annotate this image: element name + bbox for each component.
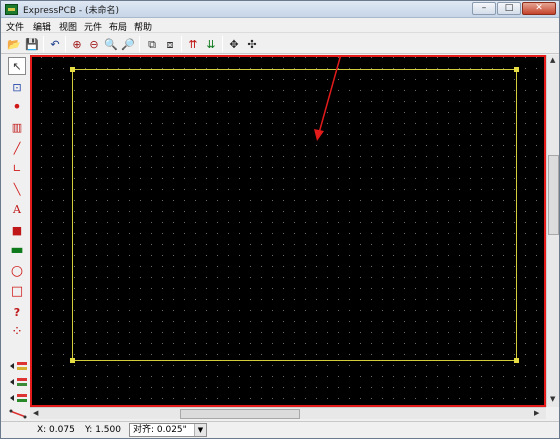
save-icon[interactable]: 💾 [24, 36, 40, 52]
close-button[interactable]: ✕ [522, 2, 556, 15]
scroll-down-icon[interactable]: ▼ [550, 395, 555, 403]
zoom-out-icon[interactable]: ⊖ [86, 36, 102, 52]
scroll-left-icon[interactable]: ◀ [33, 409, 38, 417]
toolbar-separator [139, 36, 140, 52]
circle-icon[interactable]: ○ [8, 262, 26, 280]
cursor-y-readout: Y: 1.500 [85, 425, 121, 435]
snap-grid-select[interactable]: 对齐: 0.025" ▼ [129, 423, 207, 437]
annotation-arrow [314, 57, 341, 141]
place-component-icon[interactable]: ▥ [8, 118, 26, 136]
vertical-scrollbar[interactable]: ▲ ▼ [546, 55, 559, 407]
menu-bar: 文件 编辑 视图 元件 布局 帮助 [1, 18, 559, 33]
layer-3d-icon[interactable]: ⧉ [144, 36, 160, 52]
title-bar: ExpressPCB - (未命名) – □ ✕ [1, 1, 559, 18]
diagonal-trace-icon[interactable]: ╲ [8, 180, 26, 198]
expresspcb-logo-icon [5, 4, 18, 15]
toolbar-separator [65, 36, 66, 52]
app-window: ExpressPCB - (未命名) – □ ✕ 文件 编辑 视图 元件 布局 … [0, 0, 560, 439]
ground-plane-icon[interactable]: ▬ [8, 241, 26, 259]
ratsnest-icon[interactable] [8, 409, 28, 419]
layer-switch-icon[interactable]: ⧈ [162, 36, 178, 52]
top-layer-icon[interactable]: ⇈ [185, 36, 201, 52]
bottom-layer-icon[interactable]: ⇊ [203, 36, 219, 52]
open-folder-icon[interactable]: 📂 [6, 36, 22, 52]
zoom-fit-icon[interactable]: 🔎 [120, 36, 136, 52]
layer-toggle-bottom[interactable] [8, 377, 28, 387]
text-icon[interactable]: A [8, 200, 26, 218]
minimize-button[interactable]: – [472, 2, 496, 15]
scroll-right-icon[interactable]: ▶ [534, 409, 539, 417]
place-pad-icon[interactable]: • [8, 98, 26, 116]
cursor-x-readout: X: 0.075 [37, 425, 75, 435]
chevron-down-icon[interactable]: ▼ [194, 424, 206, 436]
horizontal-scroll-thumb[interactable] [180, 409, 300, 419]
angle-trace-icon[interactable]: ∟ [8, 159, 26, 177]
zoom-window-icon[interactable]: 🔍 [103, 36, 119, 52]
maximize-button[interactable]: □ [497, 2, 521, 15]
snap-grid-value: 对齐: 0.025" [133, 425, 187, 435]
scroll-up-icon[interactable]: ▲ [550, 56, 555, 64]
toolbar-separator [222, 36, 223, 52]
select-arrow-icon[interactable]: ↖ [8, 57, 26, 75]
layer-fill-icon[interactable]: ■ [8, 221, 26, 239]
window-title: ExpressPCB - (未命名) [23, 6, 120, 16]
pcb-canvas-frame [30, 55, 546, 407]
status-bar: X: 0.075 Y: 1.500 对齐: 0.025" ▼ [1, 421, 559, 438]
help-pad-icon[interactable]: ? [8, 303, 26, 321]
toolbar: 📂 💾 ↶ ⊕ ⊖ 🔍 🔎 ⧉ ⧈ ⇈ ⇊ ✥ ✣ [1, 32, 559, 54]
move-icon[interactable]: ✣ [244, 36, 260, 52]
lasso-select-icon[interactable]: ⊡ [8, 78, 26, 96]
netlist-icon[interactable]: ⁘ [8, 323, 26, 341]
horizontal-scrollbar[interactable]: ◀ ▶ [30, 407, 546, 419]
layer-toggle-top[interactable] [8, 361, 28, 371]
layer-toggle-silk[interactable] [8, 393, 28, 403]
toolbar-separator [43, 36, 44, 52]
rectangle-icon[interactable]: □ [8, 282, 26, 300]
tool-palette: ↖ ⊡ • ▥ ╱ ∟ ╲ A ■ ▬ ○ □ ? ⁘ [6, 55, 29, 421]
pan-icon[interactable]: ✥ [226, 36, 242, 52]
trace-icon[interactable]: ╱ [8, 139, 26, 157]
toolbar-separator [181, 36, 182, 52]
zoom-in-icon[interactable]: ⊕ [69, 36, 85, 52]
undo-icon[interactable]: ↶ [47, 36, 63, 52]
pcb-canvas[interactable] [32, 57, 544, 405]
vertical-scroll-thumb[interactable] [548, 155, 559, 235]
